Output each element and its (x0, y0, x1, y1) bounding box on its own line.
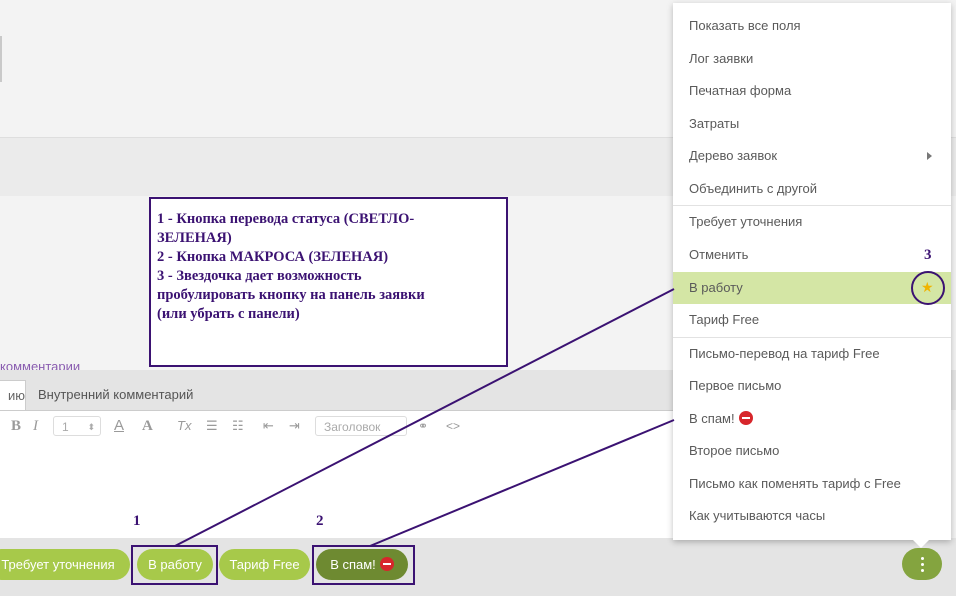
connector-line-1 (174, 288, 675, 547)
annotation-connectors (174, 288, 675, 547)
connector-line-2 (369, 419, 675, 547)
